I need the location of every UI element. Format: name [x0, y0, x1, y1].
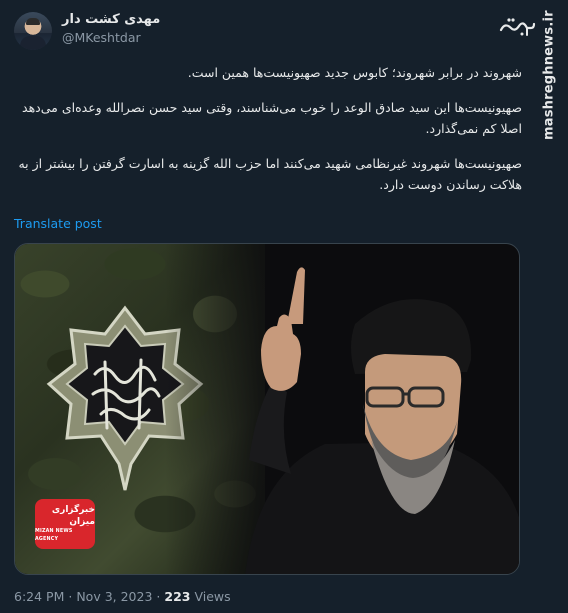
tweet-date[interactable]: Nov 3, 2023 — [76, 589, 152, 604]
tweet-paragraph-3: صهیونیست‌ها شهروند غیرنظامی شهید می‌کنند… — [18, 156, 522, 192]
author-display-name[interactable]: مهدی کشت دار — [62, 12, 160, 28]
author-handle[interactable]: @MKeshtdar — [62, 29, 160, 47]
author-names: مهدی کشت دار @MKeshtdar — [62, 12, 160, 47]
tweet-header: مهدی کشت دار @MKeshtdar — [14, 12, 160, 50]
avatar-suit — [20, 36, 46, 50]
meta-separator-2: · — [156, 589, 161, 604]
tweet-media-image[interactable]: خبرگزاری میزان MIZAN NEWS AGENCY — [14, 243, 520, 575]
views-count: 223 — [164, 589, 191, 604]
translate-post-link[interactable]: Translate post — [14, 216, 102, 231]
meta-separator-1: · — [68, 589, 73, 604]
tweet-paragraph-1: شهروند در برابر شهروند؛ کابوس جدید صهیون… — [187, 65, 522, 80]
news-logo-persian: خبرگزاری میزان — [51, 505, 95, 527]
views-label: Views — [194, 589, 231, 604]
tweet-time[interactable]: 6:24 PM — [14, 589, 64, 604]
user-avatar[interactable] — [14, 12, 52, 50]
news-agency-logo: خبرگزاری میزان MIZAN NEWS AGENCY — [35, 499, 95, 549]
tweet-meta: 6:24 PM · Nov 3, 2023 · 223 Views — [14, 589, 231, 604]
news-logo-english: MIZAN NEWS AGENCY — [35, 529, 73, 542]
mashregh-logo-icon — [499, 18, 536, 36]
speaker-figure — [245, 267, 519, 574]
tweet-paragraph-2: صهیونیست‌ها این سید صادق الوعد را خوب می… — [22, 100, 522, 136]
tweet-text: شهروند در برابر شهروند؛ کابوس جدید صهیون… — [14, 62, 522, 209]
avatar-hair — [26, 18, 40, 25]
site-watermark: mashreghnews.ir — [541, 10, 557, 140]
